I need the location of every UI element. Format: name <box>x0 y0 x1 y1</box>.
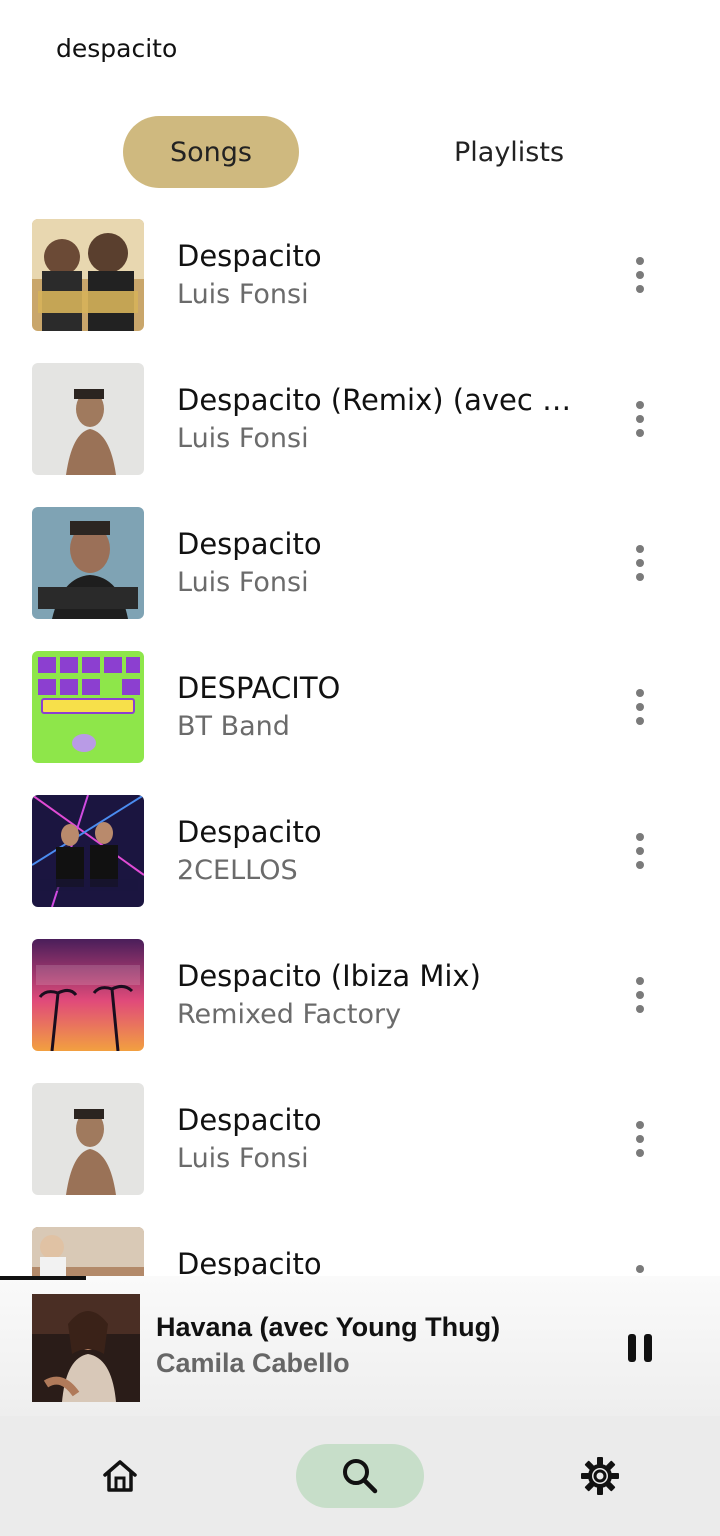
more-options-button[interactable] <box>620 967 660 1023</box>
mini-player[interactable]: Havana (avec Young Thug) Camila Cabello <box>0 1276 720 1416</box>
more-options-button[interactable] <box>620 823 660 879</box>
song-artist: Luis Fonsi <box>177 279 309 310</box>
song-row[interactable]: Despacito (Remix) (avec Justin Bieber) L… <box>0 347 720 491</box>
now-playing-title: Havana (avec Young Thug) <box>156 1312 501 1342</box>
album-cover <box>32 1227 144 1276</box>
song-title: Despacito <box>177 239 322 273</box>
pause-button[interactable] <box>620 1328 660 1368</box>
nav-search-button[interactable] <box>296 1444 424 1508</box>
song-title: Despacito (Remix) (avec Justin Bieber) <box>177 383 577 417</box>
now-playing-cover <box>32 1294 140 1402</box>
song-row[interactable]: Despacito Luis Fonsi <box>0 491 720 635</box>
song-artist: 2CELLOS <box>177 855 298 886</box>
tab-playlists[interactable]: Playlists <box>420 116 598 188</box>
album-cover <box>32 219 144 331</box>
search-icon <box>343 1459 378 1494</box>
song-row[interactable]: Despacito Luis Fonsi <box>0 203 720 347</box>
album-cover <box>32 1083 144 1195</box>
song-artist: BT Band <box>177 711 290 742</box>
song-artist: Luis Fonsi <box>177 1143 309 1174</box>
nav-settings-button[interactable] <box>568 1444 632 1508</box>
pause-icon <box>628 1334 652 1362</box>
playback-progress-bar[interactable] <box>0 1276 720 1280</box>
search-input[interactable] <box>56 28 656 68</box>
more-options-button[interactable] <box>620 535 660 591</box>
song-title: DESPACITO <box>177 671 341 705</box>
song-title: Despacito (Ibiza Mix) <box>177 959 481 993</box>
bottom-navigation <box>0 1416 720 1536</box>
more-options-button[interactable] <box>620 391 660 447</box>
song-row[interactable]: Despacito Luis Fonsi <box>0 1067 720 1211</box>
now-playing-artist: Camila Cabello <box>156 1348 350 1378</box>
gear-icon <box>581 1457 619 1495</box>
song-artist: Remixed Factory <box>177 999 402 1030</box>
song-row[interactable]: Despacito <box>0 1211 720 1276</box>
song-row[interactable]: DESPACITO BT Band <box>0 635 720 779</box>
playback-progress-fill <box>0 1276 87 1280</box>
more-options-button[interactable] <box>620 1111 660 1167</box>
more-options-button[interactable] <box>620 679 660 735</box>
song-title: Despacito <box>177 527 322 561</box>
nav-home-button[interactable] <box>88 1444 152 1508</box>
more-options-button[interactable] <box>620 247 660 303</box>
album-cover <box>32 795 144 907</box>
song-artist: Luis Fonsi <box>177 423 309 454</box>
tab-bar: Songs Playlists <box>0 116 720 188</box>
song-row[interactable]: Despacito (Ibiza Mix) Remixed Factory <box>0 923 720 1067</box>
tab-songs[interactable]: Songs <box>123 116 299 188</box>
album-cover <box>32 651 144 763</box>
song-title: Despacito <box>177 1247 322 1276</box>
song-artist: Luis Fonsi <box>177 567 309 598</box>
search-bar <box>0 0 720 96</box>
song-list: Despacito Luis Fonsi Despacito (Remix) (… <box>0 203 720 1276</box>
home-icon <box>103 1460 137 1492</box>
song-title: Despacito <box>177 1103 322 1137</box>
song-row[interactable]: Despacito 2CELLOS <box>0 779 720 923</box>
album-cover <box>32 507 144 619</box>
more-options-button[interactable] <box>620 1255 660 1276</box>
song-title: Despacito <box>177 815 322 849</box>
album-cover <box>32 363 144 475</box>
album-cover <box>32 939 144 1051</box>
